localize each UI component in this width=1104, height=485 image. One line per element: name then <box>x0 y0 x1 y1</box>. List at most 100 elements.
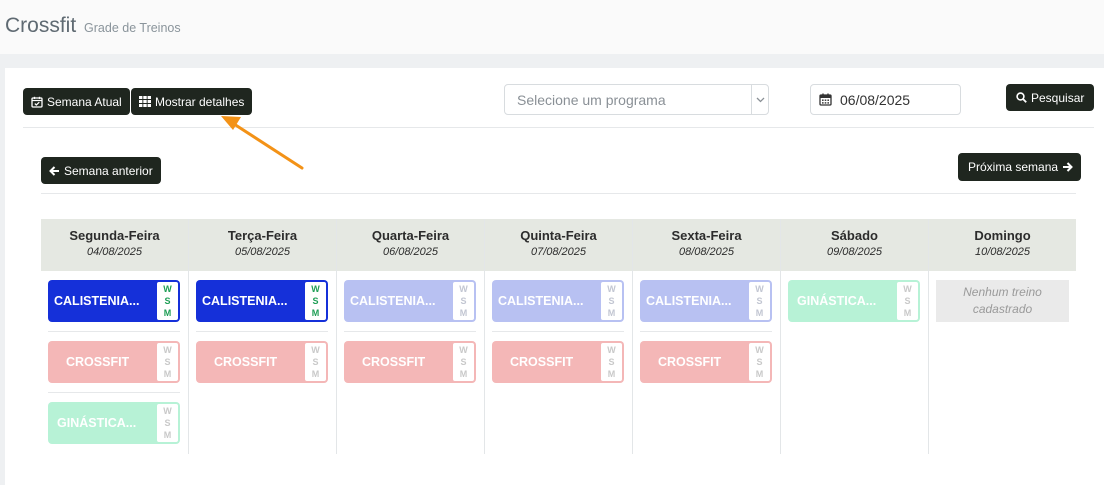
wsm-w: W <box>607 284 616 294</box>
training-card-calistenia[interactable]: CALISTENIA... WSM <box>48 280 180 322</box>
row-divider <box>344 331 476 332</box>
wsm-s: S <box>164 357 171 367</box>
wsm-w: W <box>311 284 320 294</box>
previous-week-button[interactable]: Semana anterior <box>41 157 161 184</box>
wsm-s: S <box>756 357 763 367</box>
day-name: Domingo <box>974 228 1031 243</box>
day-header: Quinta-Feira 07/08/2025 <box>485 219 632 271</box>
wsm-badge: WSM <box>157 404 178 442</box>
day-column-wednesday: Quarta-Feira 06/08/2025 CALISTENIA... WS… <box>337 219 485 454</box>
training-card-calistenia[interactable]: CALISTENIA... WSM <box>640 280 772 322</box>
wsm-s: S <box>460 296 467 306</box>
wsm-s: S <box>608 357 615 367</box>
wsm-badge: WSM <box>453 282 474 320</box>
training-card-ginastica[interactable]: GINÁSTICA... WSM <box>48 402 180 444</box>
wsm-w: W <box>755 284 764 294</box>
day-date: 07/08/2025 <box>530 246 587 258</box>
training-name: CROSSFIT <box>362 355 426 369</box>
training-card-crossfit[interactable]: CROSSFIT WSM <box>344 341 476 383</box>
training-name: CROSSFIT <box>510 355 574 369</box>
wsm-m: M <box>163 308 172 318</box>
wsm-w: W <box>607 345 616 355</box>
day-column-saturday: Sábado 09/08/2025 GINÁSTICA... WSM <box>781 219 929 454</box>
wsm-w: W <box>459 284 468 294</box>
training-card-crossfit[interactable]: CROSSFIT WSM <box>48 341 180 383</box>
show-details-label: Mostrar detalhes <box>155 94 245 109</box>
training-name: GINÁSTICA... <box>57 416 137 430</box>
row-divider <box>196 331 328 332</box>
day-header: Quarta-Feira 06/08/2025 <box>337 219 484 271</box>
wsm-badge: WSM <box>601 343 622 381</box>
day-header: Segunda-Feira 04/08/2025 <box>41 219 188 271</box>
wsm-w: W <box>163 406 172 416</box>
wsm-w: W <box>311 345 320 355</box>
current-week-button[interactable]: Semana Atual <box>23 88 130 115</box>
wsm-w: W <box>163 345 172 355</box>
training-card-calistenia[interactable]: CALISTENIA... WSM <box>344 280 476 322</box>
wsm-s: S <box>312 296 319 306</box>
row-divider <box>48 331 180 332</box>
day-name: Sexta-Feira <box>671 228 742 243</box>
training-name: CALISTENIA... <box>350 294 436 308</box>
wsm-badge: WSM <box>157 282 178 320</box>
day-column-thursday: Quinta-Feira 07/08/2025 CALISTENIA... WS… <box>485 219 633 454</box>
training-name: CALISTENIA... <box>202 294 288 308</box>
day-date: 09/08/2025 <box>826 246 883 258</box>
training-name: CALISTENIA... <box>498 294 584 308</box>
wsm-badge: WSM <box>453 343 474 381</box>
wsm-m: M <box>311 308 320 318</box>
wsm-s: S <box>608 296 615 306</box>
empty-day-message: Nenhum treino cadastrado <box>936 280 1069 322</box>
training-card-crossfit[interactable]: CROSSFIT WSM <box>492 341 624 383</box>
page-header: Crossfit Grade de Treinos <box>0 0 1104 54</box>
week-grid: Segunda-Feira 04/08/2025 CALISTENIA... W… <box>41 219 1076 454</box>
day-date: 10/08/2025 <box>974 246 1031 258</box>
wsm-w: W <box>903 284 912 294</box>
show-details-button[interactable]: Mostrar detalhes <box>131 88 253 115</box>
training-name: GINÁSTICA... <box>797 294 877 308</box>
row-divider <box>492 331 624 332</box>
program-select-toggle[interactable] <box>751 85 768 114</box>
wsm-badge: WSM <box>305 282 326 320</box>
wsm-m: M <box>163 430 172 440</box>
wsm-s: S <box>164 296 171 306</box>
row-divider <box>48 392 180 393</box>
date-value: 06/08/2025 <box>840 92 911 108</box>
page-title: Crossfit Grade de Treinos <box>5 14 181 38</box>
search-label: Pesquisar <box>1031 90 1085 105</box>
training-name: CALISTENIA... <box>646 294 732 308</box>
search-button[interactable]: Pesquisar <box>1006 84 1095 111</box>
arrow-left-icon <box>49 165 59 176</box>
program-select[interactable]: Selecione um programa <box>504 84 769 115</box>
previous-week-label: Semana anterior <box>64 163 153 178</box>
training-name: CROSSFIT <box>658 355 722 369</box>
day-name: Quarta-Feira <box>371 228 450 243</box>
wsm-badge: WSM <box>601 282 622 320</box>
day-column-tuesday: Terça-Feira 05/08/2025 CALISTENIA... WSM… <box>189 219 337 454</box>
calendar-check-icon <box>31 96 43 108</box>
training-card-crossfit[interactable]: CROSSFIT WSM <box>196 341 328 383</box>
day-column-friday: Sexta-Feira 08/08/2025 CALISTENIA... WSM… <box>633 219 781 454</box>
day-date: 05/08/2025 <box>234 246 291 258</box>
wsm-w: W <box>459 345 468 355</box>
training-card-crossfit[interactable]: CROSSFIT WSM <box>640 341 772 383</box>
training-card-ginastica[interactable]: GINÁSTICA... WSM <box>788 280 920 322</box>
grid-icon <box>139 96 151 107</box>
row-divider <box>640 331 772 332</box>
next-week-button[interactable]: Próxima semana <box>958 153 1082 181</box>
page-subtitle: Grade de Treinos <box>84 21 181 35</box>
next-week-label: Próxima semana <box>968 160 1059 174</box>
wsm-s: S <box>904 296 911 306</box>
wsm-m: M <box>607 369 616 379</box>
training-card-calistenia[interactable]: CALISTENIA... WSM <box>196 280 328 322</box>
wsm-badge: WSM <box>305 343 326 381</box>
page-title-text: Crossfit <box>5 14 77 37</box>
date-input[interactable]: 06/08/2025 <box>810 84 961 115</box>
toolbar-divider <box>23 127 1094 128</box>
nav-divider <box>41 193 1076 194</box>
training-card-calistenia[interactable]: CALISTENIA... WSM <box>492 280 624 322</box>
day-date: 08/08/2025 <box>678 246 735 258</box>
chevron-down-icon <box>756 97 764 102</box>
wsm-m: M <box>459 369 468 379</box>
wsm-s: S <box>312 357 319 367</box>
